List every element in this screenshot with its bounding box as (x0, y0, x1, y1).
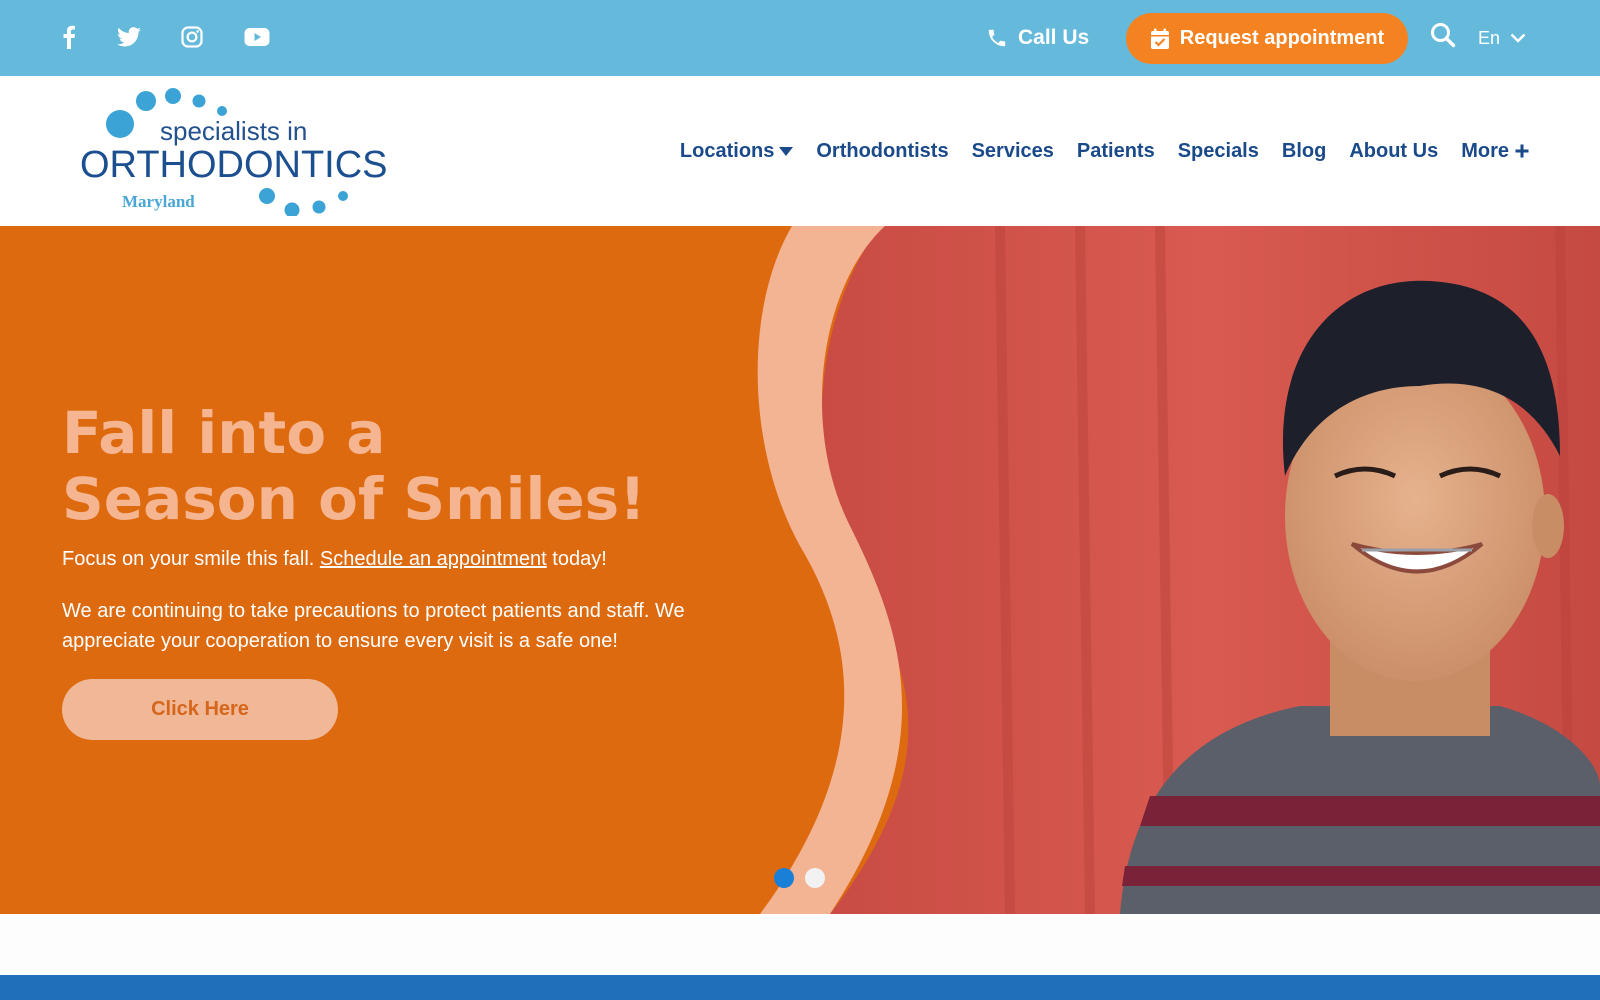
plus-icon (1515, 144, 1529, 158)
hero-notice: We are continuing to take precautions to… (62, 600, 685, 652)
hero-slider: Fall into a Season of Smiles! Focus on y… (0, 226, 1600, 914)
language-selector[interactable]: En (1478, 24, 1526, 52)
main-nav: Locations Orthodontists Services Patient… (657, 134, 1530, 168)
promo-text-before: Focus on your smile this fall. (62, 548, 320, 570)
facebook-icon[interactable] (54, 22, 84, 52)
nav-item-services[interactable]: Services (972, 140, 1054, 163)
nav-label: Patients (1076, 139, 1155, 162)
nav-label: Orthodontists (816, 139, 949, 162)
search-icon[interactable] (1430, 22, 1460, 52)
nav-label: About Us (1349, 139, 1439, 162)
headline-line-1: Fall into a (62, 399, 386, 467)
hero-headline: Fall into a Season of Smiles! (62, 400, 646, 532)
language-label: En (1478, 27, 1501, 48)
call-us-link[interactable]: Call Us (986, 20, 1089, 56)
phone-icon (988, 29, 1006, 47)
call-us-label: Call Us (1018, 26, 1090, 49)
calendar-check-icon (1150, 28, 1169, 49)
chevron-down-icon (1510, 33, 1526, 43)
youtube-icon[interactable] (242, 22, 272, 52)
nav-item-specials[interactable]: Specials (1178, 140, 1259, 163)
logo-tagline: specialists in (160, 116, 308, 146)
instagram-icon[interactable] (177, 22, 207, 52)
click-here-button[interactable]: Click Here (62, 679, 338, 740)
nav-item-more[interactable]: More (1461, 140, 1530, 163)
logo-region: Maryland (122, 192, 195, 211)
nav-item-patients[interactable]: Patients (1077, 140, 1155, 163)
nav-label: Blog (1281, 139, 1327, 162)
nav-item-blog[interactable]: Blog (1282, 140, 1326, 163)
site-logo[interactable]: specialists in ORTHODONTICS Maryland (76, 86, 388, 216)
nav-label: Locations (679, 139, 775, 162)
nav-label: Services (971, 139, 1054, 162)
headline-line-2: Season of Smiles! (62, 465, 646, 533)
top-bar: Call Us Request appointment En (0, 0, 1600, 76)
request-appointment-button[interactable]: Request appointment (1126, 13, 1408, 64)
caret-down-icon (779, 146, 794, 156)
announcement-band (0, 975, 1600, 1000)
site-header: specialists in ORTHODONTICS Maryland Loc… (0, 76, 1600, 226)
slider-dot-2[interactable] (805, 868, 825, 888)
request-appointment-label: Request appointment (1179, 27, 1385, 49)
logo-wordmark: ORTHODONTICS (80, 144, 388, 186)
nav-item-about-us[interactable]: About Us (1349, 140, 1438, 163)
promo-text-after: today! (546, 548, 607, 570)
schedule-appointment-link[interactable]: Schedule an appointment (320, 548, 547, 570)
nav-item-orthodontists[interactable]: Orthodontists (816, 140, 948, 163)
nav-item-locations[interactable]: Locations (679, 139, 794, 163)
slider-dot-1[interactable] (774, 868, 794, 888)
nav-label: Specials (1177, 139, 1259, 162)
nav-label: More (1461, 139, 1509, 162)
twitter-icon[interactable] (114, 22, 144, 52)
hero-promo: Focus on your smile this fall. Schedule … (62, 548, 607, 571)
